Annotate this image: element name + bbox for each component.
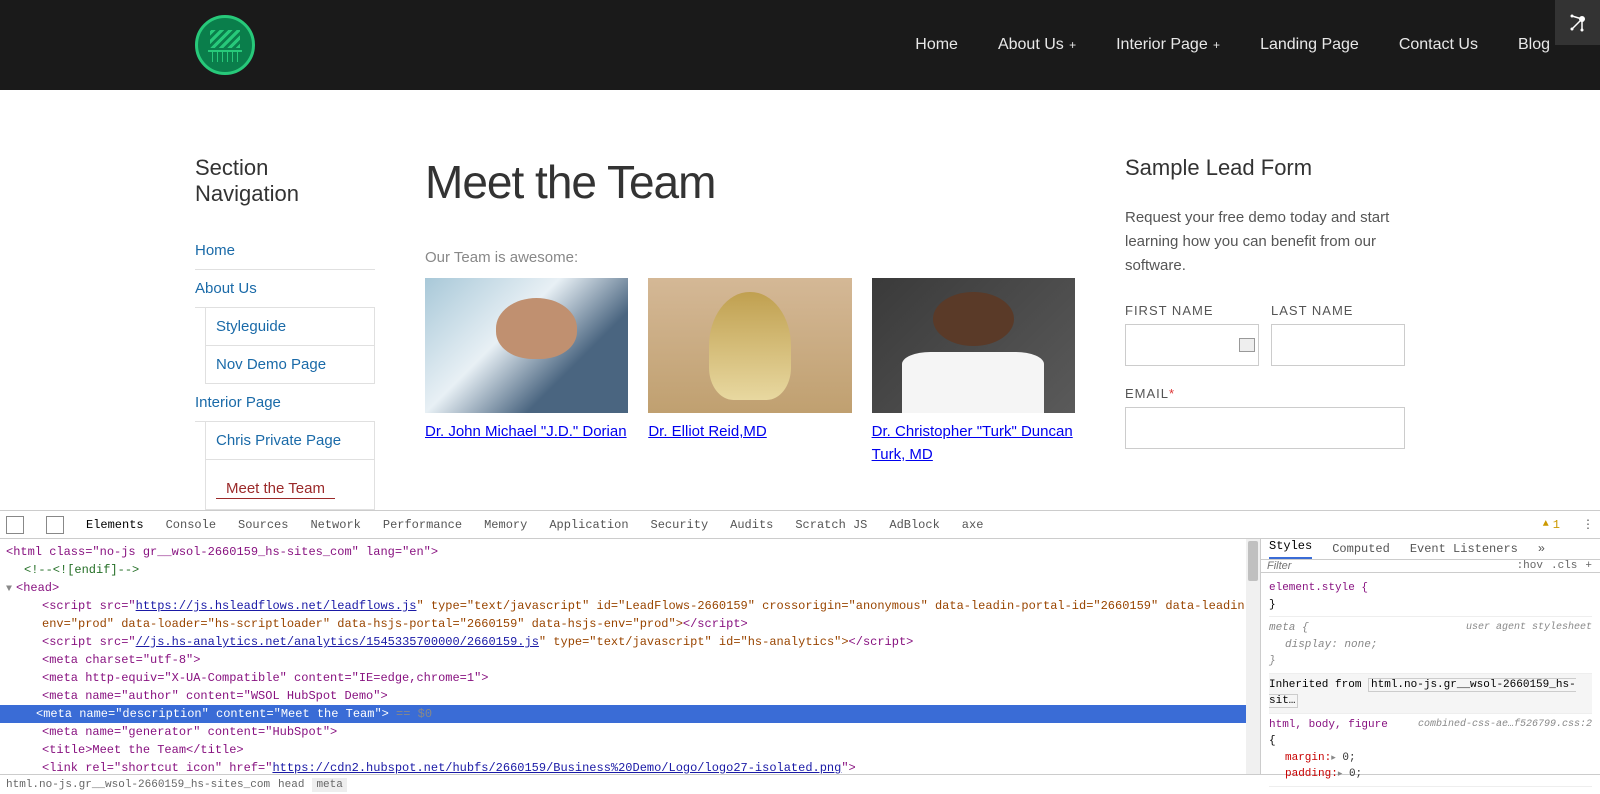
last-name-input[interactable]: [1271, 324, 1405, 366]
email-label: EMAIL*: [1125, 386, 1405, 401]
cls-toggle[interactable]: .cls: [1551, 560, 1577, 572]
styles-tab-listeners[interactable]: Event Listeners: [1410, 542, 1518, 556]
page-subtitle: Our Team is awesome:: [425, 249, 1075, 266]
nav-home[interactable]: Home: [915, 36, 958, 54]
tab-elements[interactable]: Elements: [86, 518, 144, 532]
css-rules[interactable]: element.style {} user agent stylesheet m…: [1261, 573, 1600, 791]
sidebar-item-meetteam[interactable]: Meet the Team: [216, 470, 335, 499]
styles-tab-more[interactable]: »: [1538, 542, 1545, 556]
device-toggle-icon[interactable]: [46, 516, 64, 534]
sidebar-item-interior[interactable]: Interior Page: [195, 384, 375, 421]
primary-nav: Home About Us + Interior Page + Landing …: [915, 36, 1550, 54]
styles-filter-input[interactable]: [1261, 560, 1509, 572]
tab-axe[interactable]: axe: [962, 518, 984, 532]
tab-adblock[interactable]: AdBlock: [889, 518, 939, 532]
styles-tab-computed[interactable]: Computed: [1332, 542, 1390, 556]
team-grid: Dr. John Michael "J.D." Dorian Dr. Ellio…: [425, 278, 1075, 466]
nav-interior[interactable]: Interior Page +: [1116, 36, 1220, 54]
first-name-label: FIRST NAME: [1125, 303, 1259, 318]
sidebar-item-home[interactable]: Home: [195, 232, 375, 269]
team-member: Dr. Elliot Reid,MD: [648, 278, 851, 466]
styles-tab-styles[interactable]: Styles: [1269, 539, 1312, 559]
last-name-label: LAST NAME: [1271, 303, 1405, 318]
sidebar-item-styleguide[interactable]: Styleguide: [206, 308, 374, 345]
styles-panel: Styles Computed Event Listeners » :hov .…: [1260, 539, 1600, 774]
selected-element: <meta name="description" content="Meet t…: [0, 705, 1260, 723]
team-member: Dr. John Michael "J.D." Dorian: [425, 278, 628, 466]
tab-sources[interactable]: Sources: [238, 518, 288, 532]
autofill-icon: [1239, 338, 1255, 352]
member-name-link[interactable]: Dr. John Michael "J.D." Dorian: [425, 423, 627, 440]
tab-application[interactable]: Application: [549, 518, 628, 532]
member-name-link[interactable]: Dr. Christopher "Turk" Duncan Turk, MD: [872, 423, 1073, 463]
site-logo[interactable]: [195, 15, 255, 75]
team-member: Dr. Christopher "Turk" Duncan Turk, MD: [872, 278, 1075, 466]
inspect-icon[interactable]: [6, 516, 24, 534]
main-content: Meet the Team Our Team is awesome: Dr. J…: [405, 155, 1095, 510]
email-input[interactable]: [1125, 407, 1405, 449]
hov-toggle[interactable]: :hov: [1517, 560, 1543, 572]
sidebar-item-chris[interactable]: Chris Private Page: [206, 422, 374, 459]
nav-contact[interactable]: Contact Us: [1399, 36, 1478, 54]
elements-source[interactable]: <html class="no-js gr__wsol-2660159_hs-s…: [0, 539, 1260, 774]
member-photo: [872, 278, 1075, 413]
page-title: Meet the Team: [425, 155, 1075, 209]
tab-scratchjs[interactable]: Scratch JS: [795, 518, 867, 532]
site-header: Home About Us + Interior Page + Landing …: [0, 0, 1600, 90]
section-navigation: Section Navigation Home About Us Stylegu…: [195, 155, 375, 510]
tab-performance[interactable]: Performance: [383, 518, 462, 532]
page-content: Section Navigation Home About Us Stylegu…: [0, 90, 1600, 510]
tab-audits[interactable]: Audits: [730, 518, 773, 532]
form-description: Request your free demo today and start l…: [1125, 206, 1405, 278]
add-rule[interactable]: +: [1585, 560, 1592, 572]
member-photo: [648, 278, 851, 413]
nav-blog[interactable]: Blog: [1518, 36, 1550, 54]
sidebar-item-novdemo[interactable]: Nov Demo Page: [206, 346, 374, 383]
tab-memory[interactable]: Memory: [484, 518, 527, 532]
member-name-link[interactable]: Dr. Elliot Reid,MD: [648, 423, 766, 440]
form-title: Sample Lead Form: [1125, 155, 1405, 181]
nav-landing[interactable]: Landing Page: [1260, 36, 1359, 54]
scrollbar[interactable]: [1246, 539, 1260, 774]
devtools-panel: Elements Console Sources Network Perform…: [0, 510, 1600, 794]
nav-about[interactable]: About Us +: [998, 36, 1076, 54]
member-photo: [425, 278, 628, 413]
sidebar-title: Section Navigation: [195, 155, 375, 207]
lead-form: Sample Lead Form Request your free demo …: [1125, 155, 1405, 510]
warning-badge[interactable]: 1: [1543, 518, 1560, 532]
sidebar-item-about[interactable]: About Us: [195, 270, 375, 307]
tab-console[interactable]: Console: [166, 518, 216, 532]
tab-network[interactable]: Network: [310, 518, 360, 532]
devtools-more-icon[interactable]: ⋮: [1582, 517, 1594, 532]
tab-security[interactable]: Security: [651, 518, 709, 532]
hubspot-icon[interactable]: [1555, 0, 1600, 45]
devtools-tabs: Elements Console Sources Network Perform…: [0, 511, 1600, 539]
